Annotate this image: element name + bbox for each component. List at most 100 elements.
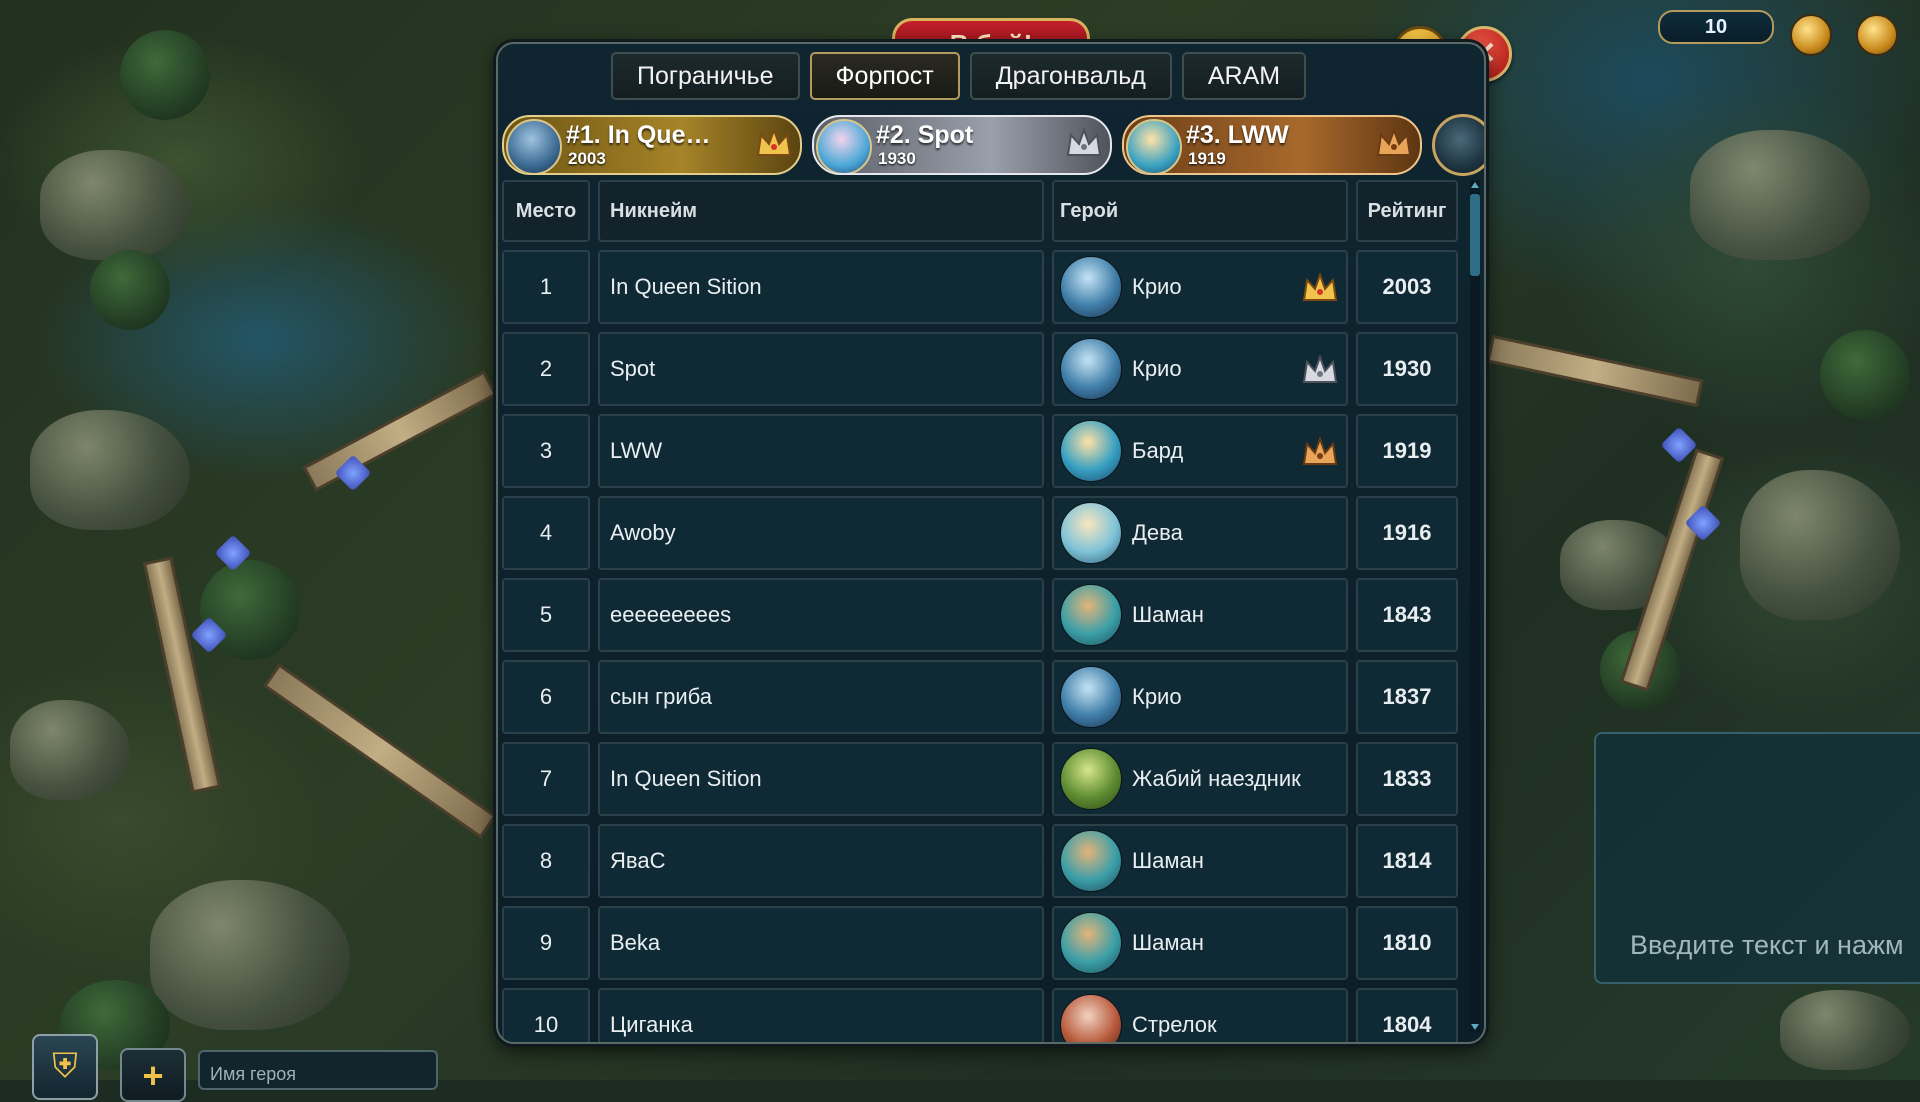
row-nickname[interactable]: Spot	[598, 332, 1044, 406]
table-row[interactable]: 4 Awoby Дева 1916	[502, 496, 1464, 570]
hero-portrait-icon	[1060, 666, 1122, 728]
row-nickname[interactable]: Beka	[598, 906, 1044, 980]
scrollbar-thumb[interactable]	[1470, 194, 1480, 276]
hero-helmet-icon[interactable]: ⛨	[32, 1034, 98, 1100]
scroll-down-arrow-icon[interactable]	[1471, 1024, 1479, 1030]
row-hero: Шаман	[1052, 578, 1348, 652]
top-player-score: 1930	[878, 149, 916, 168]
table-row[interactable]: 1 In Queen Sition Крио 2003	[502, 250, 1464, 324]
hero-name-input[interactable]: Имя героя	[198, 1050, 438, 1090]
row-hero: Крио	[1052, 660, 1348, 734]
table-row[interactable]: 5 eeeeeeeees Шаман 1843	[502, 578, 1464, 652]
silver-crown-icon	[1066, 127, 1102, 156]
row-place: 5	[502, 578, 590, 652]
hero-portrait-icon	[1060, 830, 1122, 892]
hero-portrait-icon	[1060, 912, 1122, 974]
row-nickname[interactable]: LWW	[598, 414, 1044, 488]
row-hero-name: Дева	[1132, 520, 1183, 545]
top-player-card-1[interactable]: #1. In Que… 2003	[502, 115, 802, 175]
row-rating: 1843	[1356, 578, 1458, 652]
leaderboard-table: Место Никнейм Герой Рейтинг 1 In Queen Si…	[502, 180, 1464, 1042]
row-hero-name: Крио	[1132, 684, 1182, 709]
tab-outpost[interactable]: Форпост	[809, 52, 960, 100]
row-place: 8	[502, 824, 590, 898]
bronze-crown-icon	[1376, 127, 1412, 156]
silver-crown-icon	[1302, 354, 1338, 383]
mode-tabs: Пограничье Форпост Драгонвальд ARAM	[611, 52, 1307, 100]
table-body: 1 In Queen Sition Крио 2003 2 Spot Крио 1930 3 LW…	[502, 250, 1464, 1042]
row-place: 10	[502, 988, 590, 1042]
column-header-rating[interactable]: Рейтинг	[1356, 180, 1458, 242]
player-avatar	[506, 119, 562, 173]
add-hero-button[interactable]: +	[120, 1048, 186, 1102]
top-player-score: 1919	[1188, 149, 1226, 168]
row-rating: 1814	[1356, 824, 1458, 898]
league-info-button[interactable]	[1432, 114, 1484, 176]
row-hero-name: Шаман	[1132, 930, 1204, 955]
tab-borderlands[interactable]: Пограничье	[611, 52, 800, 100]
column-header-hero[interactable]: Герой	[1052, 180, 1348, 242]
row-place: 3	[502, 414, 590, 488]
currency-orb-icon	[1790, 14, 1832, 56]
row-hero-name: Крио	[1132, 274, 1182, 299]
hero-portrait-icon	[1060, 502, 1122, 564]
row-place: 7	[502, 742, 590, 816]
row-place: 2	[502, 332, 590, 406]
gold-crown-icon	[1302, 272, 1338, 301]
row-rating: 1833	[1356, 742, 1458, 816]
row-place: 6	[502, 660, 590, 734]
hero-portrait-icon	[1060, 256, 1122, 318]
player-avatar	[1126, 119, 1182, 173]
table-scrollbar[interactable]	[1470, 180, 1480, 1032]
table-row[interactable]: 8 ЯваС Шаман 1814	[502, 824, 1464, 898]
row-nickname[interactable]: Awoby	[598, 496, 1044, 570]
row-hero: Дева	[1052, 496, 1348, 570]
row-hero-name: Шаман	[1132, 848, 1204, 873]
resource-counter: 10	[1658, 10, 1774, 44]
bronze-crown-icon	[1302, 436, 1338, 465]
top-player-title: #2. Spot	[876, 121, 974, 149]
row-nickname[interactable]: Циганка	[598, 988, 1044, 1042]
row-nickname[interactable]: сын гриба	[598, 660, 1044, 734]
row-hero: Жабий наездник	[1052, 742, 1348, 816]
hero-portrait-icon	[1060, 420, 1122, 482]
column-header-place[interactable]: Место	[502, 180, 590, 242]
table-row[interactable]: 9 Beka Шаман 1810	[502, 906, 1464, 980]
row-rating: 1919	[1356, 414, 1458, 488]
top-player-card-3[interactable]: #3. LWW 1919	[1122, 115, 1422, 175]
table-row[interactable]: 10 Циганка Стрелок 1804	[502, 988, 1464, 1042]
gold-crown-icon	[756, 127, 792, 156]
row-hero: Крио	[1052, 332, 1348, 406]
table-row[interactable]: 6 сын гриба Крио 1837	[502, 660, 1464, 734]
row-hero: Шаман	[1052, 824, 1348, 898]
table-row[interactable]: 3 LWW Бард 1919	[502, 414, 1464, 488]
row-rating: 1804	[1356, 988, 1458, 1042]
chat-input[interactable]: Введите текст и нажм	[1630, 930, 1904, 961]
top-player-card-2[interactable]: #2. Spot 1930	[812, 115, 1112, 175]
row-nickname[interactable]: In Queen Sition	[598, 742, 1044, 816]
row-hero: Крио	[1052, 250, 1348, 324]
row-hero-name: Бард	[1132, 438, 1184, 463]
row-hero: Бард	[1052, 414, 1348, 488]
row-nickname[interactable]: eeeeeeeees	[598, 578, 1044, 652]
row-rating: 2003	[1356, 250, 1458, 324]
row-rating: 1837	[1356, 660, 1458, 734]
top-player-score: 2003	[568, 149, 606, 168]
tab-aram[interactable]: ARAM	[1181, 52, 1307, 100]
row-hero-name: Жабий наездник	[1132, 766, 1301, 791]
top-player-title: #3. LWW	[1186, 121, 1289, 149]
tab-dragonwald[interactable]: Драгонвальд	[969, 52, 1172, 100]
row-nickname[interactable]: ЯваС	[598, 824, 1044, 898]
row-place: 4	[502, 496, 590, 570]
column-header-nickname[interactable]: Никнейм	[598, 180, 1044, 242]
hero-portrait-icon	[1060, 748, 1122, 810]
leaderboard-panel: Пограничье Форпост Драгонвальд ARAM #1. …	[496, 42, 1486, 1044]
row-rating: 1916	[1356, 496, 1458, 570]
table-row[interactable]: 7 In Queen Sition Жабий наездник 1833	[502, 742, 1464, 816]
chat-box: Введите текст и нажм	[1594, 732, 1920, 984]
hero-portrait-icon	[1060, 584, 1122, 646]
row-rating: 1810	[1356, 906, 1458, 980]
scroll-up-arrow-icon[interactable]	[1471, 182, 1479, 188]
row-nickname[interactable]: In Queen Sition	[598, 250, 1044, 324]
table-row[interactable]: 2 Spot Крио 1930	[502, 332, 1464, 406]
